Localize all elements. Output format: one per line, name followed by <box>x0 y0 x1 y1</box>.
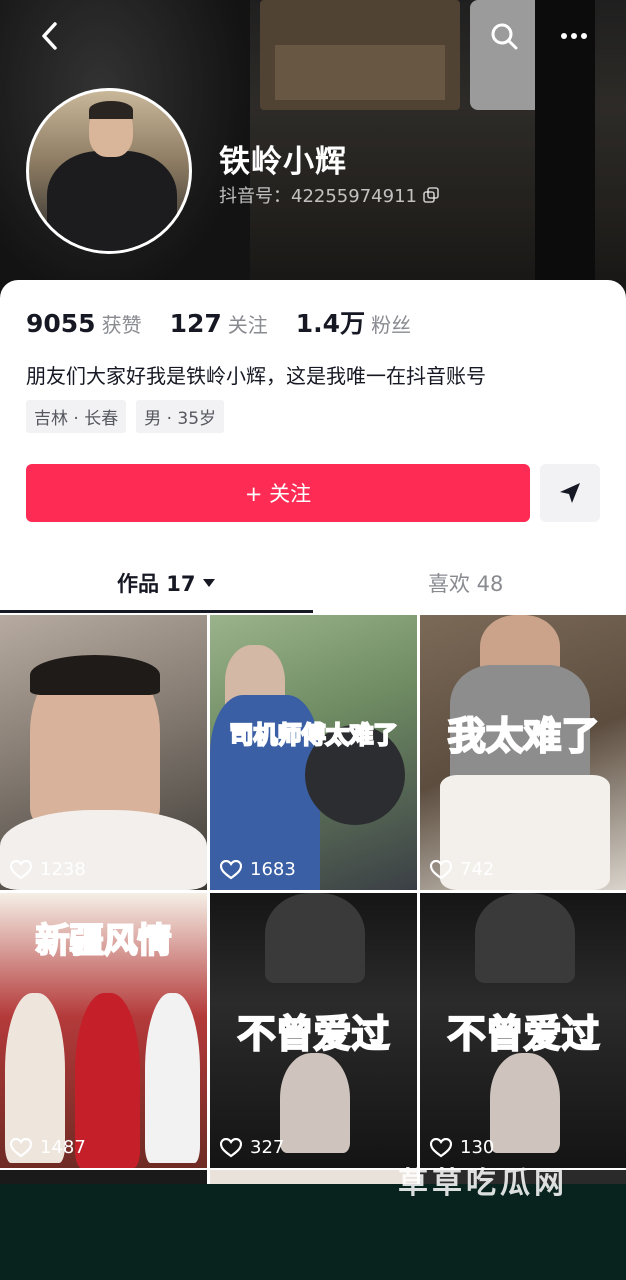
video-item[interactable]: 新疆风情 1487 <box>0 893 207 1168</box>
profile-tags: 吉林 · 长春 男 · 35岁 <box>26 400 225 433</box>
next-row-peek <box>210 1170 417 1184</box>
heart-icon <box>430 1137 452 1157</box>
likes-count: 1487 <box>40 1137 86 1158</box>
follow-button[interactable]: + 关注 <box>26 464 530 522</box>
stat-value: 9055 <box>26 309 96 338</box>
douyin-id-row[interactable]: 抖音号：42255974911 <box>219 182 439 208</box>
video-caption: 我太难了 <box>446 713 600 759</box>
likes-count: 1238 <box>40 859 86 880</box>
video-caption: 新疆风情 <box>35 920 173 962</box>
send-icon <box>560 483 580 503</box>
search-icon <box>491 23 518 50</box>
tab-works[interactable]: 作品 17 <box>117 568 216 598</box>
video-likes: 1683 <box>220 859 296 880</box>
caret-down-icon <box>202 579 215 587</box>
video-likes: 742 <box>430 859 494 880</box>
stat-label: 关注 <box>227 313 268 337</box>
share-button[interactable] <box>540 464 600 522</box>
chevron-left-icon <box>42 22 57 50</box>
heart-icon <box>220 859 242 879</box>
watermark-text: 草草吃瓜网 <box>398 1166 568 1201</box>
video-caption: 不曾爱过 <box>446 1011 600 1057</box>
next-row-peek <box>0 1170 207 1184</box>
profile-name: 铁岭小辉 <box>219 144 347 180</box>
video-item[interactable]: 司机师傅太难了 1683 <box>210 615 417 890</box>
likes-count: 130 <box>460 1137 495 1158</box>
tab-works-label: 作品 17 <box>117 572 196 596</box>
douyin-id: 抖音号：42255974911 <box>219 186 417 207</box>
video-item[interactable]: 不曾爱过 130 <box>420 893 626 1168</box>
location-tag: 吉林 · 长春 <box>26 400 127 433</box>
video-likes: 327 <box>220 1137 284 1158</box>
stat-following[interactable]: 127 关注 <box>170 309 268 338</box>
stat-value: 127 <box>169 309 222 338</box>
search-button[interactable] <box>484 16 524 56</box>
likes-count: 742 <box>460 859 495 880</box>
more-icon <box>561 33 587 39</box>
follow-label: + 关注 <box>244 482 312 506</box>
likes-count: 327 <box>250 1137 285 1158</box>
heart-icon <box>10 1137 32 1157</box>
heart-icon <box>220 1137 242 1157</box>
video-likes: 1238 <box>10 859 86 880</box>
video-item[interactable]: 1238 <box>0 615 207 890</box>
copy-icon[interactable] <box>423 187 439 203</box>
video-caption: 不曾爱过 <box>236 1011 390 1057</box>
stat-followers[interactable]: 1.4万 粉丝 <box>296 304 411 340</box>
back-button[interactable] <box>30 16 70 56</box>
video-caption: 司机师傅太难了 <box>229 720 399 750</box>
bio-text: 朋友们大家好我是铁岭小辉，这是我唯一在抖音账号 <box>26 364 486 388</box>
tab-indicator <box>0 610 313 613</box>
video-item[interactable]: 我太难了 742 <box>420 615 626 890</box>
tab-likes-label: 喜欢 48 <box>428 572 504 596</box>
stat-label: 粉丝 <box>371 313 412 337</box>
stat-likes[interactable]: 9055 获赞 <box>26 309 142 338</box>
likes-count: 1683 <box>250 859 296 880</box>
heart-icon <box>10 859 32 879</box>
tab-likes[interactable]: 喜欢 48 <box>428 568 503 598</box>
stats-row: 9055 获赞 127 关注 1.4万 粉丝 <box>26 304 439 340</box>
more-button[interactable] <box>554 16 594 56</box>
profile-tabs: 作品 17 喜欢 48 <box>0 560 626 613</box>
video-likes: 1487 <box>10 1137 86 1158</box>
video-likes: 130 <box>430 1137 494 1158</box>
gender-age-tag: 男 · 35岁 <box>136 400 225 433</box>
avatar[interactable] <box>26 88 192 254</box>
stat-value: 1.4万 <box>295 309 366 338</box>
profile-card: 9055 获赞 127 关注 1.4万 粉丝 朋友们大家好我是铁岭小辉，这是我唯… <box>0 280 626 620</box>
heart-icon <box>430 859 452 879</box>
video-item[interactable]: 不曾爱过 327 <box>210 893 417 1168</box>
stat-label: 获赞 <box>101 313 142 337</box>
